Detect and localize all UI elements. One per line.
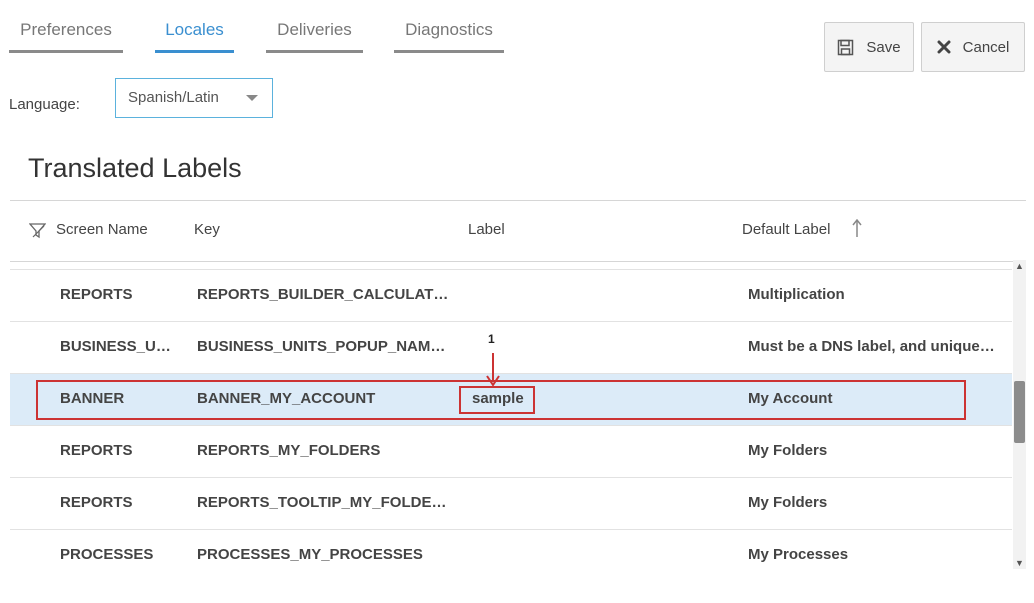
section-title: Translated Labels [28,153,242,183]
table-header: Screen Name Key Label Default Label [10,200,1026,262]
scroll-up-icon[interactable]: ▲ [1013,260,1026,272]
cell-screen-name: REPORTS [60,286,133,303]
cell-screen-name: REPORTS [60,494,133,511]
annotation-label-highlight [459,386,535,414]
tab-diagnostics[interactable]: Diagnostics [394,19,504,53]
cancel-button-label: Cancel [962,38,1010,56]
table-row[interactable]: REPORTS REPORTS_TOOLTIP_MY_FOLDE… My Fol… [10,478,1012,530]
filter-icon[interactable] [28,222,47,244]
table-row[interactable]: REPORTS REPORTS_BUILDER_CALCULAT… Multip… [10,270,1012,322]
cell-key: BUSINESS_UNITS_POPUP_NAM… [197,338,446,355]
save-button[interactable]: Save [824,22,914,72]
cell-key: REPORTS_MY_FOLDERS [197,442,381,459]
language-select[interactable]: Spanish/Latin [115,78,273,118]
floppy-disk-icon [837,39,854,56]
cell-screen-name: REPORTS [60,442,133,459]
scroll-down-icon[interactable]: ▼ [1013,557,1026,569]
x-icon [937,40,951,54]
scrollbar-thumb[interactable] [1014,381,1025,443]
cell-default-label: My Folders [748,442,828,459]
column-header-screen-name[interactable]: Screen Name [56,221,148,238]
tab-deliveries[interactable]: Deliveries [266,19,363,53]
language-select-value: Spanish/Latin [128,89,219,106]
sort-ascending-icon[interactable] [852,218,862,244]
cell-key: REPORTS_TOOLTIP_MY_FOLDE… [197,494,447,511]
cell-default-label: My Processes [748,546,849,563]
cell-key: REPORTS_BUILDER_CALCULAT… [197,286,449,303]
column-header-default-label[interactable]: Default Label [742,221,830,238]
cell-screen-name: BUSINESS_U… [60,338,171,355]
cell-default-label: My Folders [748,494,828,511]
table-row[interactable]: PROCESSES PROCESSES_MY_PROCESSES My Proc… [10,530,1012,572]
language-label: Language: [9,96,80,113]
cell-default-label: Multiplication [748,286,845,303]
column-header-key[interactable]: Key [194,221,220,238]
annotation-arrow-icon [486,353,500,387]
table-row[interactable]: REPORTS REPORTS_MY_FOLDERS My Folders [10,426,1012,478]
table-row[interactable] [10,261,1012,270]
tab-preferences[interactable]: Preferences [9,19,123,53]
tab-locales[interactable]: Locales [155,19,234,53]
save-button-label: Save [866,38,901,56]
annotation-number: 1 [488,332,495,346]
cancel-button[interactable]: Cancel [921,22,1025,72]
table-scrollbar[interactable]: ▲ ▼ [1013,260,1026,569]
cell-default-label: Must be a DNS label, and unique… [748,338,995,355]
column-header-label[interactable]: Label [468,221,505,238]
chevron-down-icon [246,95,258,101]
table-row[interactable]: BUSINESS_U… BUSINESS_UNITS_POPUP_NAM… Mu… [10,322,1012,374]
cell-key: PROCESSES_MY_PROCESSES [197,546,423,563]
cell-screen-name: PROCESSES [60,546,154,563]
